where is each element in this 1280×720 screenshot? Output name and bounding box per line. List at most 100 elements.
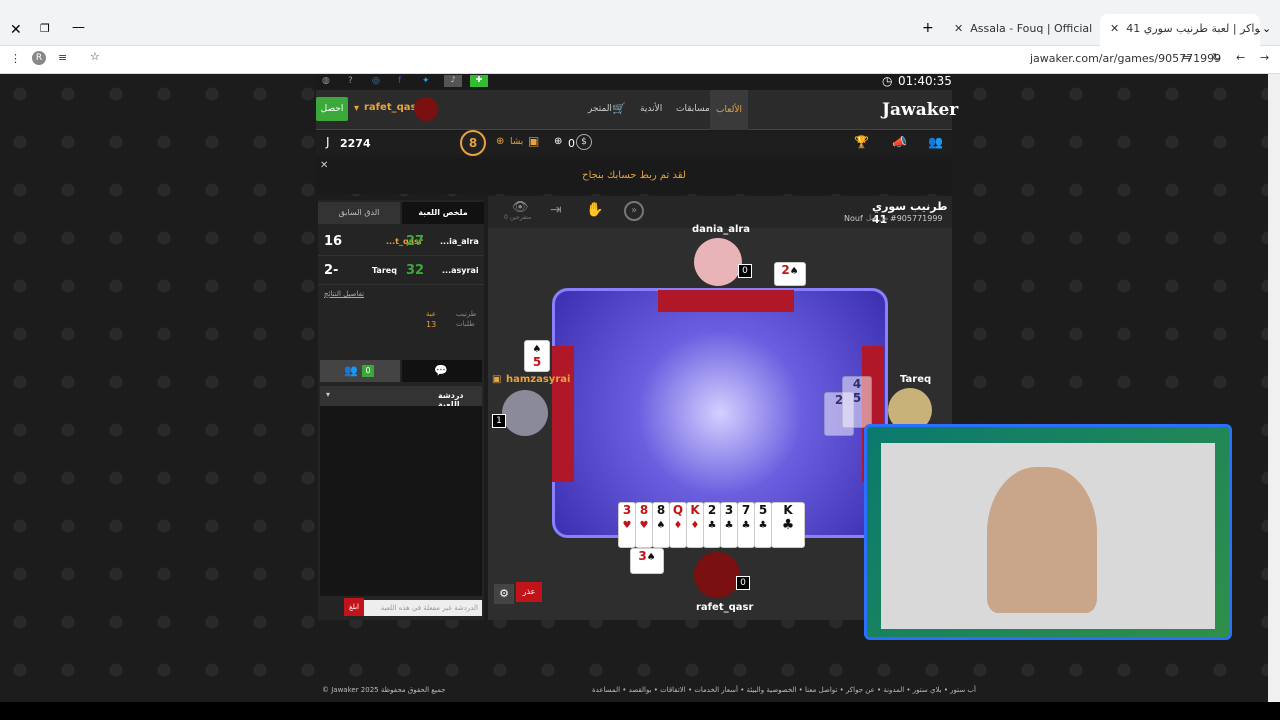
user-dropdown-icon[interactable]: ▾	[354, 103, 359, 114]
hand-card[interactable]: 2 ♣	[703, 502, 721, 548]
tab-game-summary[interactable]: ملخص اللعبة	[402, 202, 484, 224]
restore-window-icon[interactable]: ❐	[40, 22, 50, 35]
instagram-icon[interactable]: ◎	[372, 76, 380, 86]
game-owner: Nouf	[844, 214, 863, 223]
spade-icon: ♠	[646, 552, 656, 563]
hand-card[interactable]: Q ♦	[669, 502, 687, 548]
add-token-icon[interactable]: ⊕	[554, 136, 562, 147]
menu-icon[interactable]: ⋮	[10, 52, 21, 65]
nav-games[interactable]: الألعاب	[710, 90, 748, 130]
username[interactable]: rafet_qasr	[364, 102, 421, 113]
site-settings-icon[interactable]: ⇋	[1182, 51, 1191, 64]
player-hand: 3 ♥ 8 ♥ 8 ♠ Q ♦ K ♦ 2 ♣ 3 ♣ 7 ♣ 5 ♣ K ♣	[618, 502, 808, 550]
user-avatar[interactable]	[414, 97, 438, 121]
reading-list-icon[interactable]: ≡	[58, 51, 67, 64]
footer-links[interactable]: أب ستور • بلاي ستور • المدونة • عن جواكر…	[592, 686, 976, 694]
new-tab-icon[interactable]: +	[922, 20, 934, 36]
player-top-score: 0	[738, 264, 752, 278]
twitter-icon[interactable]: ✦	[422, 76, 430, 86]
bids-value: 13	[426, 320, 437, 329]
chat-log	[320, 406, 482, 596]
player-left-avatar[interactable]	[502, 390, 548, 436]
club-icon: ♣	[724, 520, 734, 531]
tab-players[interactable]: 👥 0	[320, 360, 400, 382]
hand-card[interactable]: 3 ♥	[618, 502, 636, 548]
globe-icon[interactable]: ◍	[322, 76, 330, 86]
score-row: 2- Tareq 32 ...asyrai	[318, 257, 484, 285]
close-notice-icon[interactable]: ✕	[320, 148, 328, 184]
url-text[interactable]: jawaker.com/ar/games/905771999	[1030, 52, 1221, 65]
jawaker-logo[interactable]: Jawaker	[882, 100, 958, 120]
spectator-eye-icon[interactable]: 👁	[512, 200, 529, 215]
megaphone-icon[interactable]: 📣	[892, 135, 907, 149]
clock-icon: ◷	[882, 74, 893, 88]
score-details-link[interactable]: تفاصيل النتائج	[324, 290, 364, 298]
friends-icon[interactable]: 👥	[928, 135, 943, 149]
hand-card[interactable]: K ♦	[686, 502, 704, 548]
nav-competitions[interactable]: مسابقات	[676, 104, 710, 114]
played-card-left: ♠ 5	[524, 340, 550, 372]
tab-chat[interactable]: 💬	[402, 360, 482, 382]
get-button[interactable]: احصل	[316, 97, 348, 121]
report-button[interactable]: ابلغ	[344, 598, 364, 616]
token-icon: $	[576, 134, 592, 150]
game-id: #905771999	[890, 214, 943, 223]
hand-card[interactable]: 7 ♣	[737, 502, 755, 548]
played-card-bottom: 3♠	[630, 548, 664, 574]
notice-text: لقد تم ربط حسابك بنجاح	[582, 170, 686, 181]
nav-store[interactable]: المتجر	[588, 104, 612, 114]
tab-previous-round[interactable]: الدق السابق	[318, 202, 400, 224]
chat-section-header[interactable]: ▾ دردشة اللعبة	[320, 386, 482, 409]
bottom-bar	[0, 702, 1280, 720]
player-bottom-avatar[interactable]	[694, 552, 740, 598]
close-window-icon[interactable]: ✕	[10, 22, 22, 38]
hand-card[interactable]: 5 ♣	[754, 502, 772, 548]
gamepad-icon[interactable]: ✚	[470, 75, 488, 87]
player-bottom-score: 0	[736, 576, 750, 590]
close-tab-icon[interactable]: ✕	[1110, 22, 1119, 35]
vip-label[interactable]: بشا	[510, 137, 523, 147]
nav-clubs[interactable]: الأندية	[640, 104, 662, 114]
forfeit-button[interactable]: عذر	[516, 582, 542, 602]
level-badge[interactable]: 8	[460, 130, 486, 156]
add-vip-icon[interactable]: ⊕	[496, 136, 504, 147]
back-icon[interactable]: ←	[1236, 51, 1245, 64]
trophy-icon[interactable]: 🏆	[854, 135, 869, 149]
facebook-icon[interactable]: f	[398, 76, 401, 86]
chat-input[interactable]: الدردشة غير مفعلة في هذه اللعبة	[344, 600, 482, 616]
spectator-count: 0 متفرجين	[504, 214, 532, 221]
played-card-top: 2♠	[774, 262, 806, 286]
page-scrollbar[interactable]	[1268, 74, 1280, 702]
tab-search-icon[interactable]: ⌄	[1262, 22, 1271, 35]
bookmark-star-icon[interactable]: ☆	[90, 50, 100, 63]
sound-icon[interactable]: ♪	[444, 75, 462, 87]
coin-icon: J	[326, 135, 330, 149]
leave-table-icon[interactable]: ⇥	[550, 202, 562, 218]
collapse-icon[interactable]: ▾	[326, 390, 330, 399]
hand-card[interactable]: 8 ♠	[652, 502, 670, 548]
hand-card[interactable]: K ♣	[771, 502, 805, 548]
streamer-figure	[987, 467, 1097, 613]
score-row: 16 ...t_qasr 27 ...ia_alra	[318, 228, 484, 256]
account-bar: J 2274 8 ⊕ بشا ▣ ⊕ 0 $ 🏆 📣 👥	[316, 130, 952, 156]
hand-card[interactable]: 3 ♣	[720, 502, 738, 548]
hand-card[interactable]: 8 ♥	[635, 502, 653, 548]
minimize-window-icon[interactable]: —	[72, 20, 85, 35]
reload-icon[interactable]: ↻	[1212, 51, 1221, 64]
profile-icon[interactable]: R	[32, 51, 46, 65]
close-tab-icon[interactable]: ✕	[954, 22, 963, 35]
diamond-icon: ♦	[690, 520, 700, 531]
settings-gear-icon[interactable]: ⚙	[494, 584, 514, 604]
help-icon[interactable]: ?	[348, 76, 353, 86]
hand-icon[interactable]: ✋	[586, 202, 603, 218]
forward-icon[interactable]: →	[1260, 51, 1269, 64]
trick-card: 45	[842, 376, 872, 428]
players-count: 0	[362, 365, 374, 377]
player-top-avatar[interactable]	[694, 238, 742, 286]
bids-label: طلبات	[456, 320, 475, 328]
notice-banner: ✕ لقد تم ربط حسابك بنجاح	[316, 158, 952, 194]
player-left-score: 1	[492, 414, 506, 428]
game-by-label: من قبل	[866, 214, 889, 222]
fast-forward-icon[interactable]: »	[624, 201, 644, 221]
club-icon: ♣	[758, 520, 768, 531]
